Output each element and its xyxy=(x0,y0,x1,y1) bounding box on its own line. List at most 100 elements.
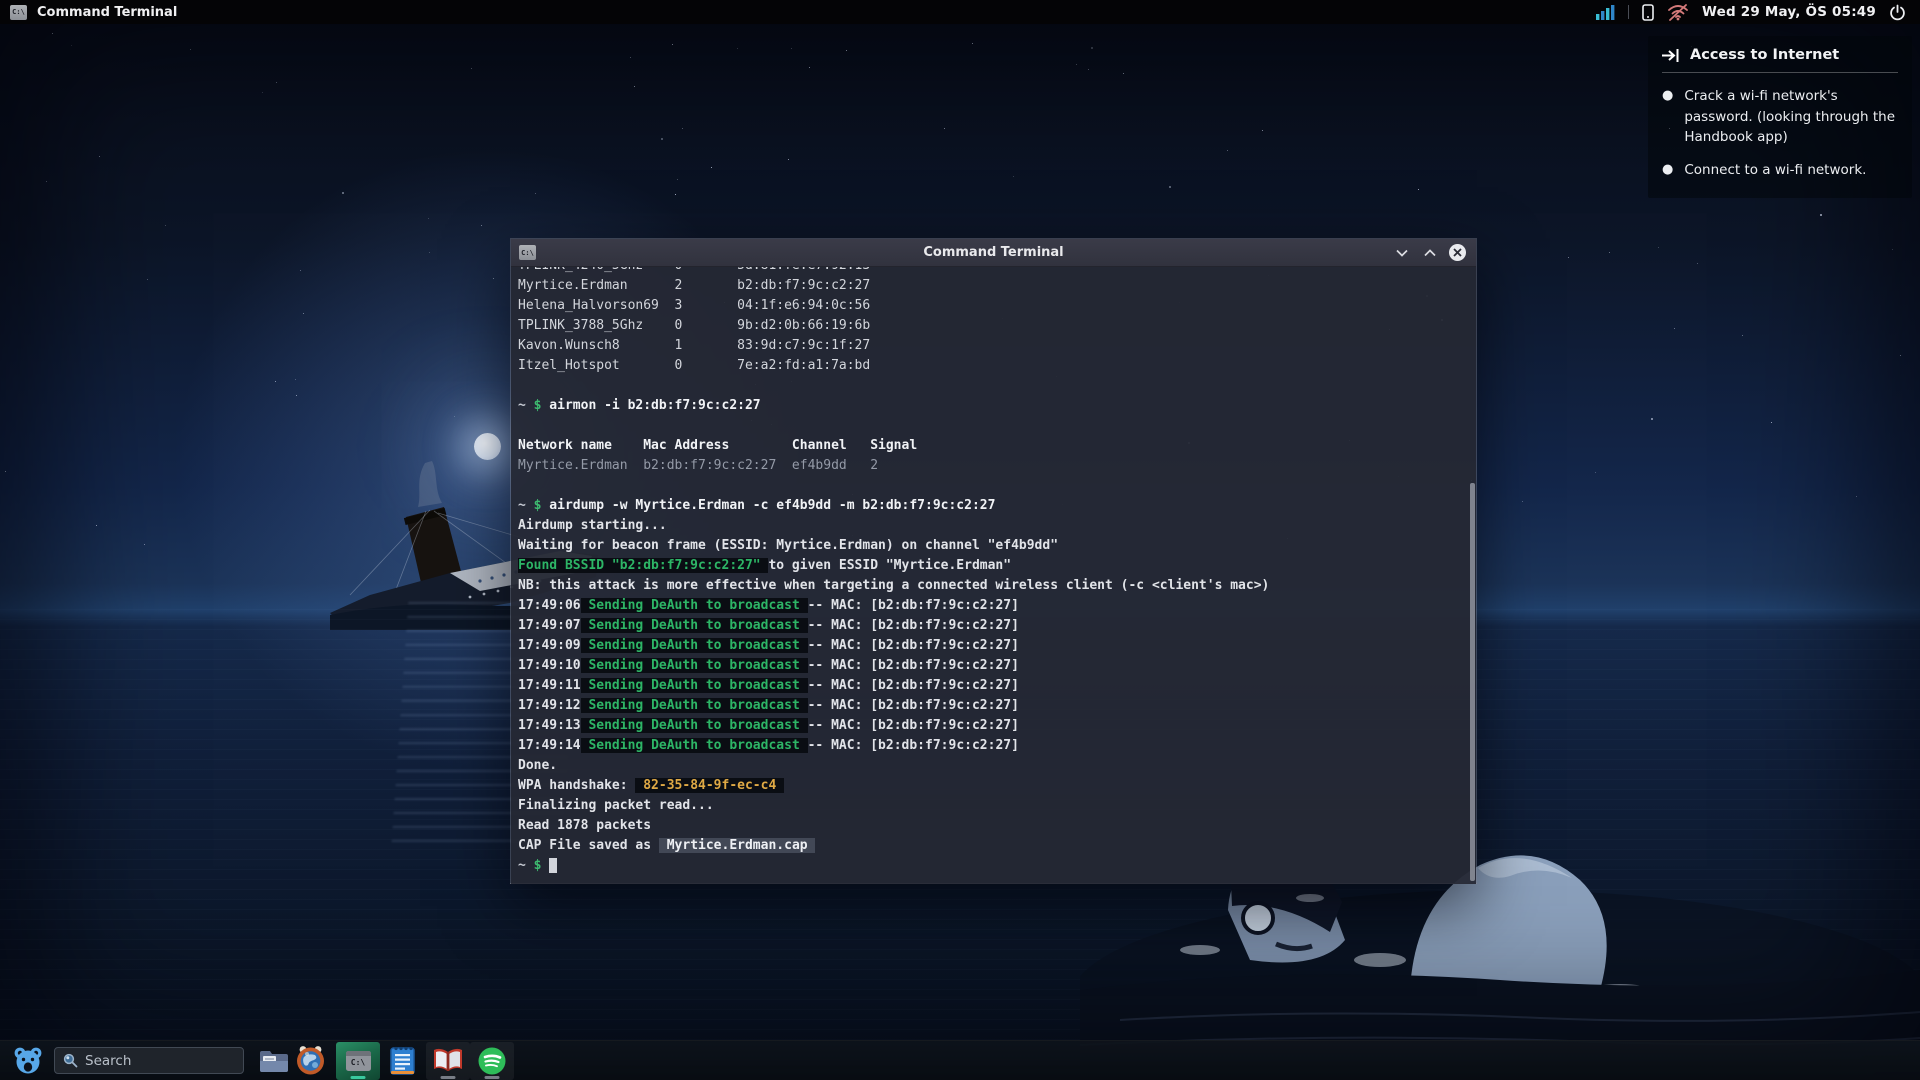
terminal-line: Helena_Halvorson69 3 04:1f:e6:94:0c:56 xyxy=(518,298,871,313)
star xyxy=(1076,64,1077,65)
start-menu-button[interactable] xyxy=(12,1046,44,1076)
spotify-app-button[interactable] xyxy=(470,1041,514,1080)
terminal-line: 17:49:10 Sending DeAuth to broadcast -- … xyxy=(518,658,1019,673)
star xyxy=(1674,328,1675,329)
star xyxy=(791,48,792,49)
terminal-line: Network name Mac Address Channel Signal xyxy=(518,438,918,453)
running-indicator xyxy=(350,1075,366,1079)
terminal-line: 17:49:06 Sending DeAuth to broadcast -- … xyxy=(518,598,1019,613)
close-button[interactable] xyxy=(1449,244,1466,261)
minimize-button[interactable] xyxy=(1393,244,1411,262)
focused-app-title: Command Terminal xyxy=(37,4,178,20)
star xyxy=(1123,73,1124,74)
star xyxy=(1892,249,1893,250)
terminal-line: Myrtice.Erdman 2 b2:db:f7:9c:c2:27 xyxy=(518,278,871,293)
window-titlebar[interactable]: C:\ Command Terminal xyxy=(511,239,1476,267)
search-input[interactable] xyxy=(85,1052,225,1069)
star xyxy=(1595,472,1596,473)
power-button[interactable] xyxy=(1889,4,1906,21)
star xyxy=(471,68,472,69)
star xyxy=(809,67,810,68)
terminal-line: ~ $ xyxy=(518,856,1476,876)
star xyxy=(1742,335,1743,336)
terminal-output[interactable]: TPLINK_4240_5Ghz 0 5d:81:fe:e7:92:13 Myrt… xyxy=(511,267,1476,884)
tray-separator xyxy=(1628,5,1629,19)
divider xyxy=(1662,72,1898,73)
phone-icon[interactable] xyxy=(1642,3,1654,21)
star xyxy=(303,313,304,314)
terminal-line: Airdump starting... xyxy=(518,518,667,533)
star xyxy=(1697,263,1698,264)
files-app-button[interactable] xyxy=(256,1043,292,1079)
task-panel-title: Access to Internet xyxy=(1690,47,1840,63)
window-title: Command Terminal xyxy=(923,245,1064,260)
star xyxy=(1771,422,1772,423)
close-icon xyxy=(1453,248,1462,257)
star xyxy=(944,128,945,129)
terminal-line: NB: this attack is more effective when t… xyxy=(518,578,1270,593)
login-arrow-icon xyxy=(1662,48,1679,62)
star xyxy=(737,48,738,49)
terminal-line: TPLINK_3788_5Ghz 0 9b:d2:0b:66:19:6b xyxy=(518,318,871,333)
browser-app-button[interactable] xyxy=(292,1043,328,1079)
star xyxy=(300,270,301,271)
star xyxy=(661,138,663,140)
terminal-line: 17:49:07 Sending DeAuth to broadcast -- … xyxy=(518,618,1019,633)
scrollbar-thumb[interactable] xyxy=(1470,483,1475,881)
star xyxy=(276,82,277,83)
terminal-line: 17:49:09 Sending DeAuth to broadcast -- … xyxy=(518,638,1019,653)
handbook-app-button[interactable] xyxy=(426,1041,470,1080)
star xyxy=(1820,214,1822,216)
star xyxy=(1522,501,1523,502)
star xyxy=(1568,257,1569,258)
star xyxy=(165,225,166,226)
taskbar: C:\ xyxy=(0,1040,1920,1080)
star xyxy=(493,278,494,279)
star xyxy=(190,49,191,50)
clock[interactable]: Wed 29 May, ÖS 05:49 xyxy=(1702,4,1876,20)
notes-app-button[interactable] xyxy=(384,1043,420,1079)
wifi-off-icon[interactable] xyxy=(1667,3,1689,21)
star xyxy=(1658,247,1659,248)
star xyxy=(52,33,53,34)
folder-icon xyxy=(260,1050,288,1072)
running-indicator xyxy=(440,1075,456,1079)
bullet: ● xyxy=(1662,88,1674,103)
terminal-line: 17:49:13 Sending DeAuth to broadcast -- … xyxy=(518,718,1019,733)
spotify-icon xyxy=(478,1047,506,1074)
star xyxy=(1900,355,1901,356)
terminal-icon: C:\ xyxy=(10,4,27,20)
terminal-app-button[interactable]: C:\ xyxy=(336,1041,380,1080)
star xyxy=(428,218,429,219)
terminal-line: CAP File saved as Myrtice.Erdman.cap xyxy=(518,838,816,853)
star xyxy=(711,167,712,168)
star xyxy=(672,44,673,45)
task-item: ● Connect to a wi-fi network. xyxy=(1662,160,1898,181)
chevron-up-icon xyxy=(1424,248,1436,256)
terminal-line: Myrtice.Erdman b2:db:f7:9c:c2:27 ef4b9dd… xyxy=(518,458,879,473)
network-activity-icon[interactable] xyxy=(1596,4,1615,20)
star xyxy=(1651,418,1653,420)
terminal-line: Found BSSID "b2:db:f7:9c:c2:27" to given… xyxy=(518,558,1012,573)
star xyxy=(454,416,455,417)
book-icon xyxy=(434,1048,462,1071)
maximize-button[interactable] xyxy=(1421,244,1439,262)
star xyxy=(147,279,148,280)
star xyxy=(788,159,789,160)
star xyxy=(275,381,276,382)
star xyxy=(1169,186,1171,188)
terminal-line: Kavon.Wunsch8 1 83:9d:c7:9c:1f:27 xyxy=(518,338,871,353)
terminal-line: 17:49:12 Sending DeAuth to broadcast -- … xyxy=(518,698,1019,713)
browser-icon xyxy=(296,1046,324,1075)
star xyxy=(99,156,100,157)
taskbar-search[interactable] xyxy=(54,1047,244,1074)
terminal-line: Waiting for beacon frame (ESSID: Myrtice… xyxy=(518,538,1059,553)
bullet: ● xyxy=(1662,161,1674,177)
star xyxy=(295,379,296,380)
star xyxy=(634,86,635,87)
terminal-line: TPLINK_4240_5Ghz 0 5d:81:fe:e7:92:13 xyxy=(518,267,1476,276)
terminal-line: 17:49:14 Sending DeAuth to broadcast -- … xyxy=(518,738,1019,753)
star xyxy=(682,128,683,129)
